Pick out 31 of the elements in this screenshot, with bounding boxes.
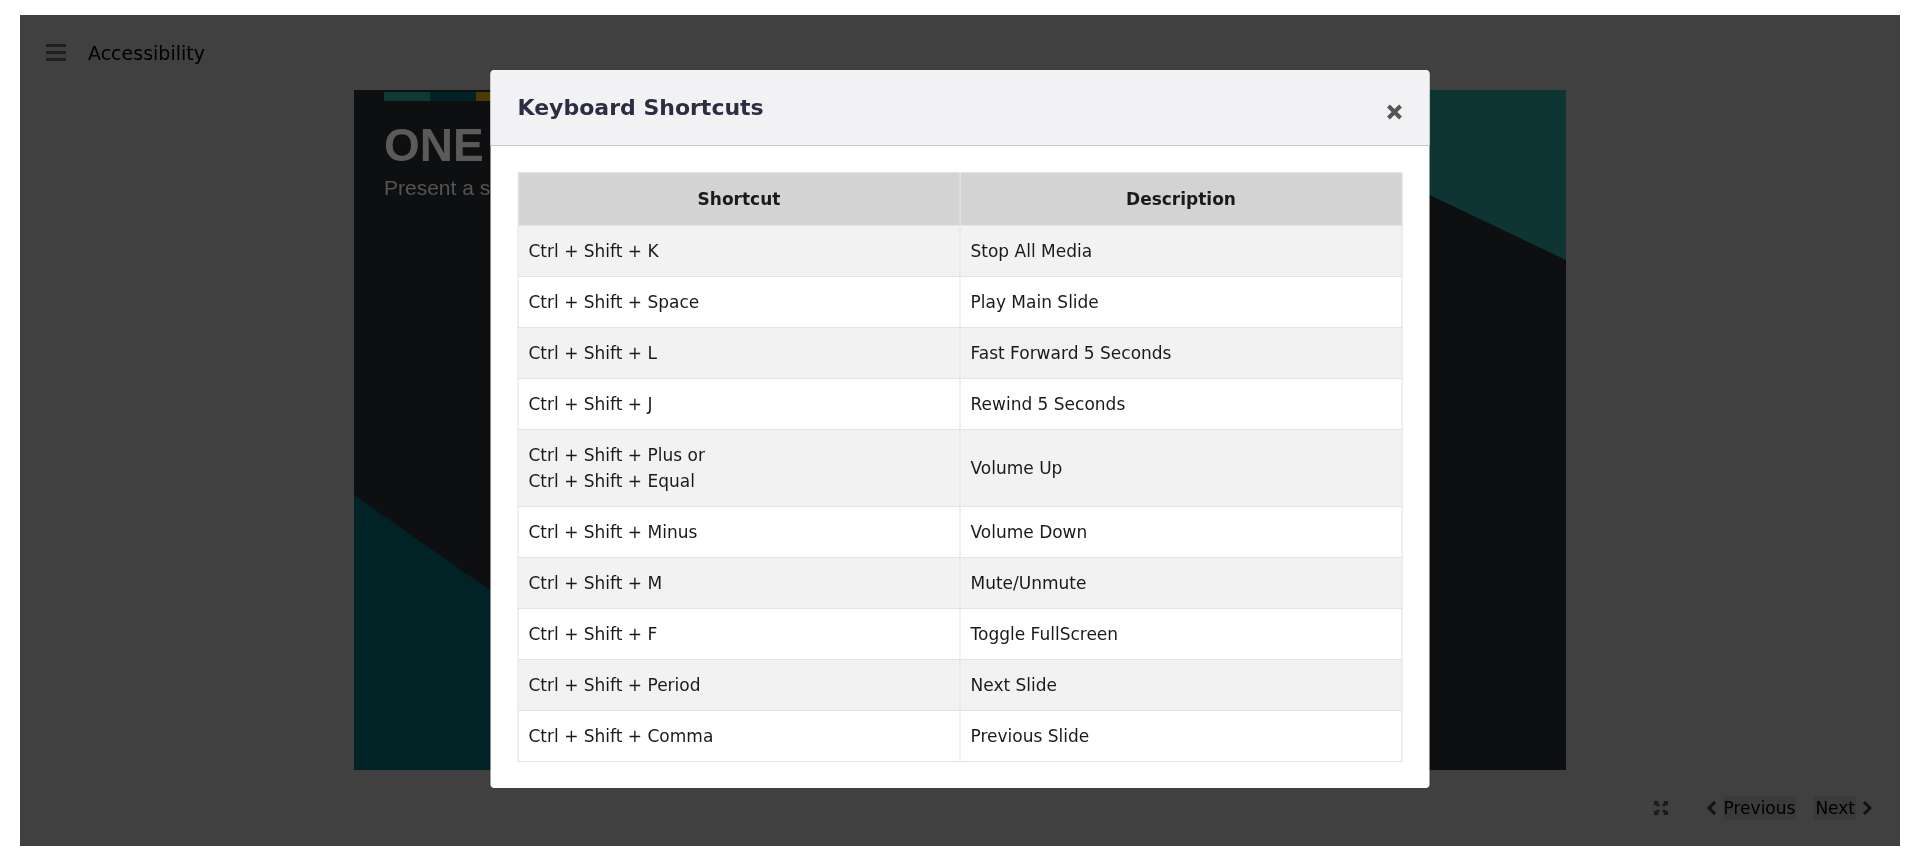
fullscreen-icon[interactable] <box>1652 800 1669 816</box>
column-header: Shortcut <box>518 172 960 226</box>
shortcut-cell: Ctrl + Shift + Minus <box>518 506 960 558</box>
shortcut-cell: Ctrl + Shift + K <box>518 225 960 277</box>
description-cell: Volume Up <box>960 429 1402 507</box>
dialog-title: Keyboard Shortcuts <box>517 95 764 120</box>
description-cell: Toggle FullScreen <box>960 608 1402 660</box>
description-cell: Previous Slide <box>960 710 1402 762</box>
column-header: Description <box>960 172 1402 226</box>
shortcut-cell: Ctrl + Shift + M <box>518 557 960 609</box>
shortcut-cell: Ctrl + Shift + Period <box>518 659 960 711</box>
chevron-left-icon <box>1706 801 1717 815</box>
shortcut-cell: Ctrl + Shift + F <box>518 608 960 660</box>
description-cell: Mute/Unmute <box>960 557 1402 609</box>
description-cell: Volume Down <box>960 506 1402 558</box>
shortcut-cell: Ctrl + Shift + Comma <box>518 710 960 762</box>
shortcut-cell: Ctrl + Shift + Space <box>518 276 960 328</box>
menu-icon[interactable] <box>46 44 66 61</box>
slide-title: ONE <box>384 118 484 172</box>
slide-subtitle: Present a s <box>384 176 491 200</box>
description-cell: Stop All Media <box>960 225 1402 277</box>
description-cell: Rewind 5 Seconds <box>960 378 1402 430</box>
shortcut-cell: Ctrl + Shift + Plus or Ctrl + Shift + Equal <box>518 429 960 507</box>
description-cell: Next Slide <box>960 659 1402 711</box>
close-button[interactable] <box>1386 103 1403 120</box>
header-title: Accessibility <box>88 41 205 64</box>
chevron-right-icon <box>1862 801 1872 815</box>
shortcut-cell: Ctrl + Shift + J <box>518 378 960 430</box>
description-cell: Fast Forward 5 Seconds <box>960 327 1402 379</box>
shortcut-cell: Ctrl + Shift + L <box>518 327 960 379</box>
description-cell: Play Main Slide <box>960 276 1402 328</box>
